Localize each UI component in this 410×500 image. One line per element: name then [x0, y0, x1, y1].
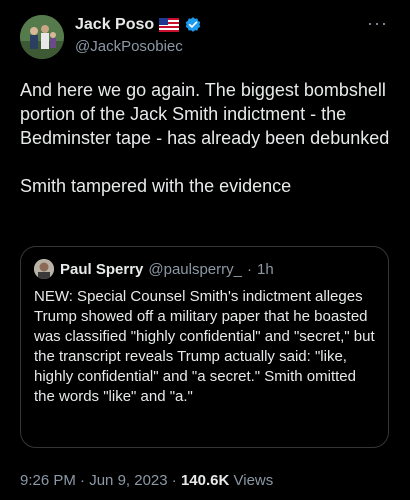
tweet-text: And here we go again. The biggest bombsh… — [20, 78, 392, 198]
tweet-time[interactable]: 9:26 PM — [20, 472, 76, 489]
quoted-time[interactable]: 1h — [257, 261, 274, 278]
author-handle[interactable]: @JackPosobiec — [75, 38, 183, 55]
views-label: Views — [233, 472, 274, 489]
tweet-paragraph: And here we go again. The biggest bombsh… — [20, 80, 390, 148]
quoted-separator: · — [246, 261, 252, 278]
footer-separator: · — [80, 472, 86, 489]
more-options-icon[interactable]: ··· — [367, 14, 388, 32]
tweet: Jack Poso @JackPosobiec ··· And here we … — [0, 0, 410, 500]
quoted-tweet[interactable]: Paul Sperry @paulsperry_ · 1h NEW: Speci… — [20, 246, 389, 448]
quoted-avatar-photo-icon — [34, 259, 54, 279]
quoted-handle[interactable]: @paulsperry_ — [148, 261, 242, 278]
views-count[interactable]: 140.6K — [181, 472, 229, 489]
us-flag-icon — [159, 18, 180, 32]
verified-badge-icon — [185, 17, 201, 32]
author-display-name[interactable]: Jack Poso — [75, 16, 154, 34]
tweet-date[interactable]: Jun 9, 2023 — [89, 472, 167, 489]
tweet-paragraph: Smith tampered with the evidence — [20, 176, 292, 196]
author-avatar[interactable] — [20, 15, 64, 59]
quoted-header: Paul Sperry @paulsperry_ · 1h — [60, 261, 274, 278]
quoted-display-name[interactable]: Paul Sperry — [60, 261, 143, 278]
quoted-text: NEW: Special Counsel Smith's indictment … — [34, 288, 375, 405]
footer-separator: · — [171, 472, 177, 489]
tweet-footer: 9:26 PM · Jun 9, 2023 · 140.6K Views — [20, 472, 273, 489]
avatar-photo-icon — [20, 15, 64, 59]
author-name-row: Jack Poso — [75, 16, 202, 34]
quoted-author-avatar[interactable] — [34, 259, 54, 279]
